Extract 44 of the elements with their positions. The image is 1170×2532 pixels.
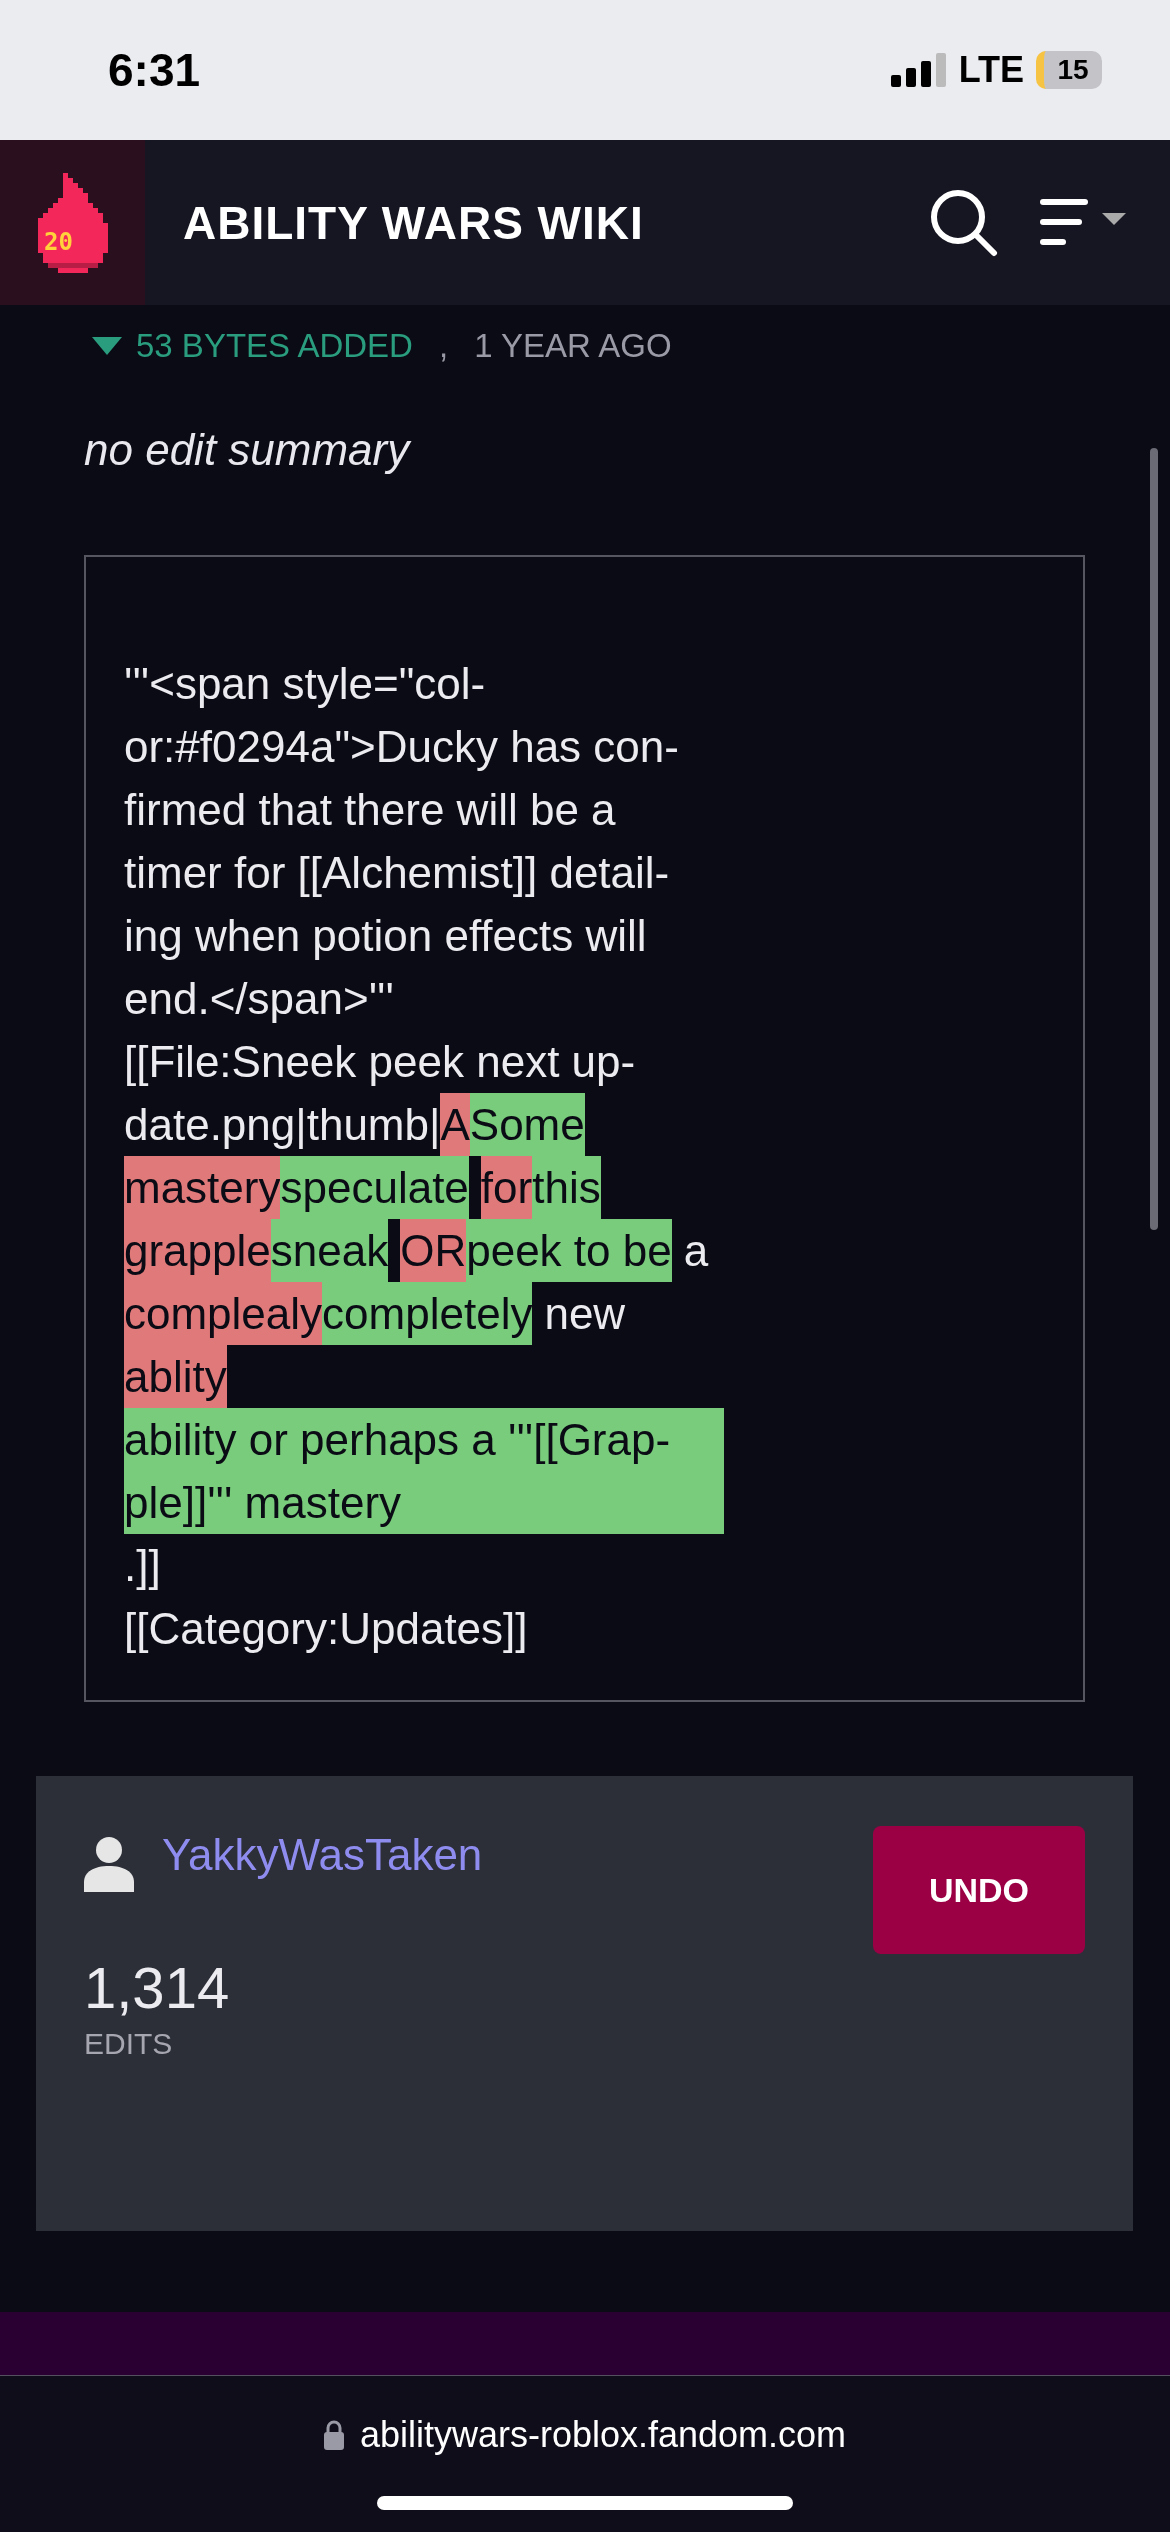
deleted-text: OR: [400, 1219, 467, 1282]
status-time: 6:31: [108, 43, 202, 97]
size-change: 53 BYTES ADDED: [136, 327, 413, 365]
added-text: ability or perhaps a '''[[Grap- ple]]''' mastery: [124, 1408, 724, 1534]
diff-text: timer for [[Alchemist]] detail-: [124, 847, 670, 899]
caret-icon: [92, 337, 122, 355]
added-text: this: [532, 1156, 601, 1219]
deleted-text: for: [480, 1156, 533, 1219]
separator: ,: [438, 327, 449, 365]
undo-button[interactable]: UNDO: [873, 1826, 1085, 1954]
deleted-text: ablity: [124, 1345, 227, 1408]
diff-text: or:#f0294a">Ducky has con-: [124, 721, 679, 773]
added-text: Some: [469, 1093, 585, 1156]
deleted-text: mastery: [124, 1156, 281, 1219]
diff-text: new: [544, 1288, 626, 1340]
diff-text: .]]: [124, 1540, 161, 1592]
diff-text: a: [683, 1225, 709, 1277]
edits-label: EDITS: [84, 2027, 174, 2061]
diff-text: '''<span style="col-: [124, 658, 486, 710]
deleted-text: grapple: [124, 1219, 271, 1282]
added-text: peek to be: [466, 1219, 672, 1282]
edit-count: 1,314: [84, 1954, 231, 2021]
diff-text: date.png|thumb|: [124, 1099, 441, 1151]
author-link[interactable]: YakkyWasTaken: [162, 1830, 873, 1880]
signal-icon: [890, 53, 947, 87]
network-label: LTE: [958, 49, 1024, 91]
wiki-title[interactable]: ABILITY WARS WIKI: [183, 195, 928, 250]
logo-number: 20: [44, 228, 73, 256]
diff-text: [[Category:Updates]]: [124, 1603, 528, 1655]
added-text: sneak: [270, 1219, 389, 1282]
url-text[interactable]: abilitywars-roblox.fandom.com: [359, 2414, 847, 2456]
deleted-text: A: [440, 1093, 470, 1156]
battery-indicator: 15: [1036, 51, 1102, 89]
deleted-text: complealy: [124, 1282, 323, 1345]
lock-icon: [323, 2420, 344, 2450]
diff-text: ing when potion effects will: [124, 910, 647, 962]
added-text: completely: [322, 1282, 533, 1345]
diff-text: end.</span>''': [124, 973, 394, 1025]
added-text: speculate: [280, 1156, 469, 1219]
edit-summary: no edit summary: [84, 425, 413, 475]
user-icon: [84, 1836, 134, 1892]
diff-text: [[File:Sneek peek next up-: [124, 1036, 636, 1088]
edit-age: 1 YEAR AGO: [474, 327, 672, 365]
diff-text: firmed that there will be a: [124, 784, 616, 836]
